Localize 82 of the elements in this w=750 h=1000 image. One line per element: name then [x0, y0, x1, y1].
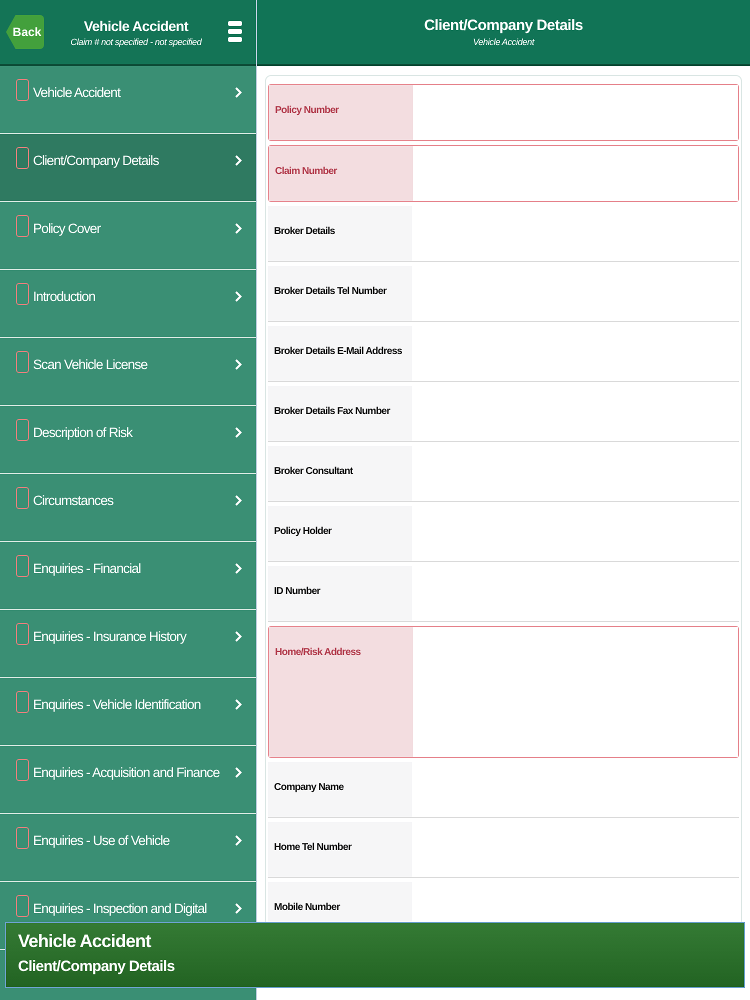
input-field[interactable]: Broker Details Tel Number	[268, 266, 739, 322]
checkbox[interactable]	[16, 622, 29, 644]
input-field[interactable]: Company Name	[268, 762, 739, 818]
input-field[interactable]: Broker Consultant	[268, 446, 739, 502]
field-label: Broker Details Tel Number	[268, 266, 412, 321]
sidebar-item-label: Enquiries - Use of Vehicle	[33, 833, 170, 848]
field-label: Broker Consultant	[268, 446, 412, 501]
chevron-right-icon	[235, 631, 242, 642]
checkbox[interactable]	[16, 690, 29, 712]
checkbox[interactable]	[16, 78, 29, 100]
menu-icon[interactable]	[228, 21, 242, 43]
sidebar-item[interactable]: Enquiries - Financial	[0, 542, 256, 610]
field-label: Home Tel Number	[268, 822, 412, 877]
page-subtitle: Vehicle Accident	[472, 37, 536, 47]
back-button[interactable]: Back	[6, 15, 44, 49]
field-label: Company Name	[268, 762, 412, 817]
checkbox[interactable]	[16, 894, 29, 916]
field-label: Broker Details	[268, 206, 412, 261]
banner-title: Vehicle Accident	[18, 931, 152, 952]
chevron-right-icon	[235, 767, 242, 778]
input-field[interactable]: Home Tel Number	[268, 822, 739, 878]
sidebar-item[interactable]: Policy Cover	[0, 202, 256, 270]
field-label: Broker Details E-Mail Address	[268, 326, 412, 381]
chevron-right-icon	[235, 87, 242, 98]
field-label: Broker Details Fax Number	[268, 386, 412, 441]
sidebar-item-label: Client/Company Details	[33, 153, 160, 168]
sidebar-item-label: Enquiries - Inspection and Digital	[33, 901, 208, 916]
sidebar-item-label: Scan Vehicle License	[33, 357, 148, 372]
field-label: Claim Number	[269, 146, 413, 201]
chevron-right-icon	[235, 359, 242, 370]
sidebar-item-label: Description of Risk	[33, 425, 134, 440]
checkbox[interactable]	[16, 214, 29, 236]
chevron-right-icon	[235, 699, 242, 710]
sidebar-item[interactable]: Client/Company Details	[0, 134, 256, 202]
input-field[interactable]: Claim Number	[268, 145, 739, 202]
sidebar-item[interactable]: Enquiries - Vehicle Identification	[0, 678, 256, 746]
sidebar-item-label: Enquiries - Vehicle Identification	[33, 697, 202, 712]
input-field[interactable]: ID Number	[268, 566, 739, 622]
sidebar-item-label: Enquiries - Acquisition and Finance	[33, 765, 220, 780]
checkbox[interactable]	[16, 826, 29, 848]
field-label: Home/Risk Address	[269, 627, 413, 757]
sidebar-item[interactable]: Enquiries - Use of Vehicle	[0, 814, 256, 882]
input-field[interactable]: Broker Details	[268, 206, 739, 262]
checkbox[interactable]	[16, 282, 29, 304]
field-label: Policy Holder	[268, 506, 412, 561]
sidebar-item[interactable]: Circumstances	[0, 474, 256, 542]
field-label: Policy Number	[269, 85, 413, 140]
sidebar-item[interactable]: Enquiries - Insurance History	[0, 610, 256, 678]
input-field[interactable]: Broker Details E-Mail Address	[268, 326, 739, 382]
sidebar-title: Vehicle Accident	[82, 18, 190, 34]
banner-subtitle: Client/Company Details	[18, 958, 176, 975]
sidebar-item[interactable]: Enquiries - Acquisition and Finance	[0, 746, 256, 814]
sidebar-item[interactable]: Introduction	[0, 270, 256, 338]
sidebar-item-label: Enquiries - Financial	[33, 561, 142, 576]
checkbox[interactable]	[16, 486, 29, 508]
checkbox[interactable]	[16, 350, 29, 372]
sidebar-item-label: Vehicle Accident	[33, 85, 122, 100]
chevron-right-icon	[235, 427, 242, 438]
sidebar-item-label: Circumstances	[33, 493, 114, 508]
checkbox[interactable]	[16, 554, 29, 576]
chevron-right-icon	[235, 563, 242, 574]
sidebar-item-label: Enquiries - Insurance History	[33, 629, 188, 644]
sidebar-item-label: Policy Cover	[33, 221, 102, 236]
chevron-right-icon	[235, 291, 242, 302]
chevron-right-icon	[235, 495, 242, 506]
checkbox[interactable]	[16, 146, 29, 168]
input-field[interactable]: Broker Details Fax Number	[268, 386, 739, 442]
sidebar-item[interactable]: Scan Vehicle License	[0, 338, 256, 406]
checkbox[interactable]	[16, 418, 29, 440]
chevron-right-icon	[235, 835, 242, 846]
sidebar-subtitle: Claim # not specified - not specified	[70, 36, 203, 46]
field-label: ID Number	[268, 566, 412, 621]
text-area[interactable]: Home/Risk Address	[268, 626, 739, 758]
chevron-right-icon	[235, 155, 242, 166]
sidebar-item[interactable]: Description of Risk	[0, 406, 256, 474]
sidebar-item-label: Introduction	[33, 289, 96, 304]
checkbox[interactable]	[16, 758, 29, 780]
chevron-right-icon	[235, 903, 242, 914]
input-field[interactable]: Policy Number	[268, 84, 739, 141]
chevron-right-icon	[235, 223, 242, 234]
page-title: Client/Company Details	[423, 17, 584, 34]
input-field[interactable]: Policy Holder	[268, 506, 739, 562]
